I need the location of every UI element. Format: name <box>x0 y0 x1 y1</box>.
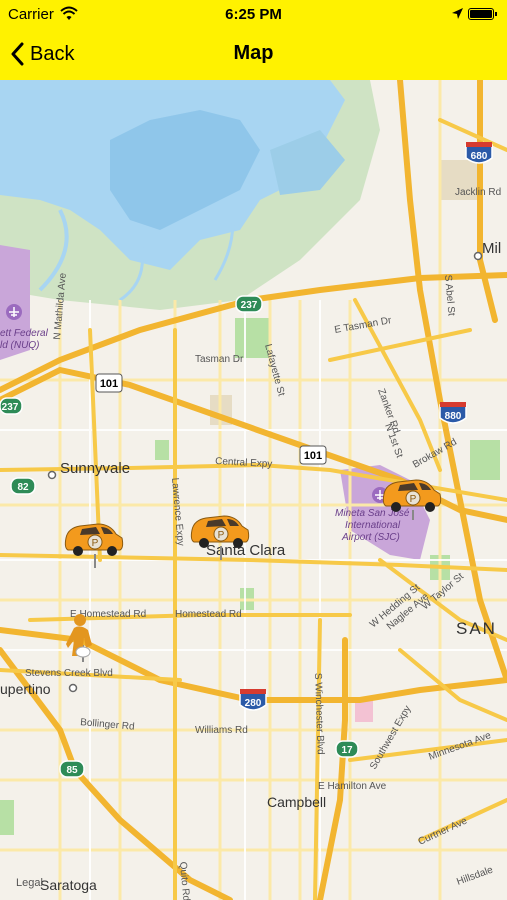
back-label: Back <box>30 42 75 65</box>
svg-text:680: 680 <box>471 151 488 162</box>
svg-text:101: 101 <box>304 450 322 462</box>
highway-shield-82: 82 <box>10 477 36 495</box>
parking-icon: P <box>410 494 417 505</box>
airfield-label-line1: ett Federal <box>0 328 49 339</box>
navigation-bar: Back Map <box>0 28 507 80</box>
page-title: Map <box>233 42 274 64</box>
highway-shield-101-a: 101 <box>95 373 123 393</box>
city-label-cupertino: upertino <box>0 681 51 697</box>
city-label-saratoga: Saratoga <box>40 877 97 893</box>
battery-icon <box>468 8 497 20</box>
parking-icon: P <box>92 538 99 549</box>
svg-text:237: 237 <box>2 402 19 413</box>
highway-shield-17: 17 <box>335 740 359 758</box>
back-button[interactable]: Back <box>10 38 74 70</box>
svg-text:880: 880 <box>445 411 462 422</box>
svg-text:Homestead Rd: Homestead Rd <box>175 609 242 620</box>
city-label-santa-clara: Santa Clara <box>206 542 286 559</box>
location-arrow-icon <box>452 8 463 19</box>
highway-shield-85: 85 <box>59 760 85 778</box>
city-label-milpitas: Mil <box>482 240 501 257</box>
legal-link[interactable]: Legal <box>16 877 43 889</box>
svg-text:Tasman Dr: Tasman Dr <box>195 354 244 365</box>
svg-text:85: 85 <box>66 765 78 776</box>
airfield-label-line2: ld (NUQ) <box>0 340 39 351</box>
highway-shield-280: 280 <box>239 689 267 711</box>
status-time: 6:25 PM <box>225 6 282 23</box>
svg-text:Williams Rd: Williams Rd <box>195 725 248 736</box>
svg-text:237: 237 <box>241 300 258 311</box>
city-label-san-jose: SAN <box>456 619 497 638</box>
airport-label-line2: International <box>345 520 401 531</box>
airport-icon-nuq <box>6 304 22 320</box>
chevron-left-icon <box>11 42 24 66</box>
highway-shield-880: 880 <box>439 402 467 424</box>
highway-shield-237-a: 237 <box>235 295 263 313</box>
city-label-sunnyvale: Sunnyvale <box>60 460 130 477</box>
airport-label-line3: Airport (SJC) <box>341 532 400 543</box>
svg-text:280: 280 <box>245 698 262 709</box>
svg-text:101: 101 <box>100 378 118 390</box>
svg-text:82: 82 <box>17 482 29 493</box>
parking-icon: P <box>218 530 225 541</box>
status-bar: Carrier 6:25 PM <box>0 0 507 28</box>
svg-text:Jacklin Rd: Jacklin Rd <box>455 187 501 198</box>
highway-shield-101-b: 101 <box>299 445 327 465</box>
svg-text:Stevens Creek Blvd: Stevens Creek Blvd <box>25 668 113 679</box>
svg-text:E Hamilton Ave: E Hamilton Ave <box>318 781 387 792</box>
highway-shield-680: 680 <box>465 142 493 164</box>
highway-shield-237-b: 237 <box>0 397 23 415</box>
svg-text:17: 17 <box>341 745 353 756</box>
map-view[interactable]: 680 880 280 101 101 237 237 82 85 17 Sun… <box>0 80 507 900</box>
city-label-campbell: Campbell <box>267 794 326 810</box>
